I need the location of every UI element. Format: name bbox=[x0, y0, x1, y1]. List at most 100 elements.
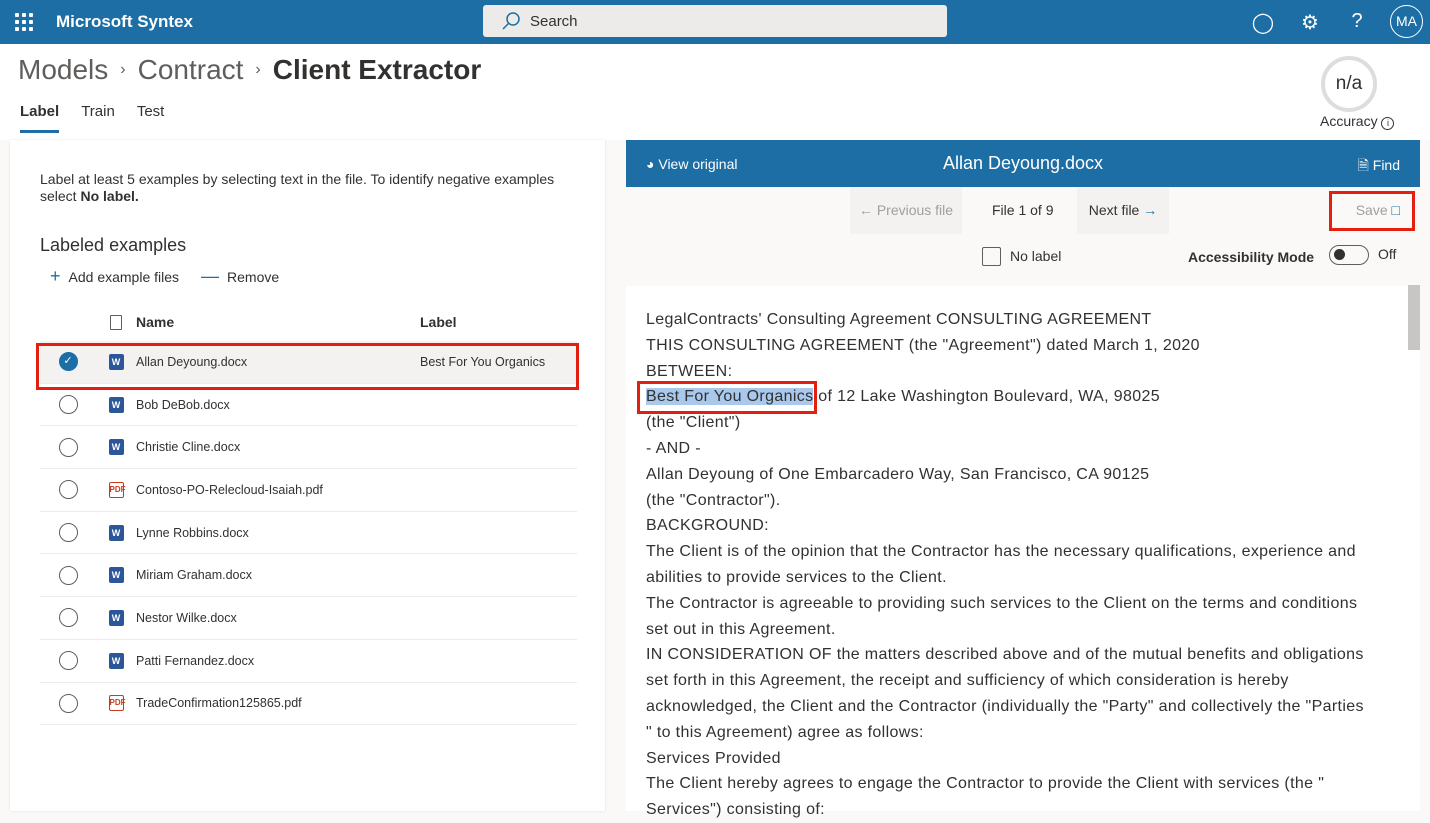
file-name[interactable]: Miriam Graham.docx bbox=[136, 568, 420, 582]
file-count: File 1 of 9 bbox=[992, 202, 1054, 218]
breadcrumb: Models › Contract › Client Extractor bbox=[18, 54, 481, 86]
doc-line-text: of 12 Lake Washington Boulevard, WA, 980… bbox=[813, 388, 1160, 406]
app-name[interactable]: Microsoft Syntex bbox=[56, 12, 193, 32]
pdf-file-icon: PDF bbox=[108, 481, 126, 498]
chevron-right-icon: › bbox=[120, 61, 126, 78]
doc-line: " to this Agreement) agree as follows: bbox=[646, 723, 924, 741]
document-title: Allan Deyoung.docx bbox=[942, 153, 1104, 173]
table-row[interactable]: PDF Contoso-PO-Relecloud-Isaiah.pdf bbox=[40, 469, 577, 512]
command-bar: + Add example files — Remove bbox=[50, 266, 279, 287]
table-row[interactable]: PDF TradeConfirmation125865.pdf bbox=[40, 683, 577, 726]
search-box[interactable]: Search bbox=[483, 5, 947, 37]
table-row[interactable]: W Miriam Graham.docx bbox=[40, 554, 577, 598]
previous-label: Previous file bbox=[876, 202, 954, 218]
arrow-left-icon: ← bbox=[858, 202, 873, 218]
tab-label[interactable]: Label bbox=[20, 103, 60, 133]
document-content[interactable]: LegalContracts' Consulting Agreement CON… bbox=[637, 307, 1391, 823]
pdf-file-icon: PDF bbox=[108, 695, 126, 712]
file-type-icon bbox=[96, 314, 136, 330]
breadcrumb-models[interactable]: Models bbox=[18, 54, 108, 86]
selection-highlight-box bbox=[637, 381, 817, 415]
doc-line: The Client hereby agrees to engage the C… bbox=[646, 775, 1325, 793]
word-file-icon: W bbox=[108, 524, 124, 541]
instructions: Label at least 5 examples by selecting t… bbox=[40, 171, 580, 205]
arrow-right-icon: → bbox=[1143, 202, 1158, 218]
file-name[interactable]: TradeConfirmation125865.pdf bbox=[136, 696, 420, 710]
doc-line: abilities to provide services to the Cli… bbox=[646, 568, 947, 586]
labeled-examples-heading: Labeled examples bbox=[40, 235, 187, 255]
minus-icon: — bbox=[201, 266, 220, 286]
feedback-icon[interactable]: ◯ bbox=[1251, 10, 1275, 35]
viewer-header: ◕ View original Allan Deyoung.docx 🗎 Fin… bbox=[626, 140, 1420, 187]
file-name[interactable]: Christie Cline.docx bbox=[136, 440, 420, 454]
table-row[interactable]: W Christie Cline.docx bbox=[40, 426, 577, 470]
word-file-icon: W bbox=[108, 609, 124, 626]
word-file-icon: W bbox=[108, 652, 124, 669]
doc-line: Best For You Organics of 12 Lake Washing… bbox=[637, 381, 1391, 415]
table-row[interactable]: W Lynne Robbins.docx bbox=[40, 512, 577, 555]
tab-test[interactable]: Test bbox=[137, 103, 165, 133]
row-select-radio[interactable] bbox=[58, 523, 78, 543]
doc-line: The Contractor is agreeable to providing… bbox=[646, 594, 1358, 612]
doc-line: THIS CONSULTING AGREEMENT (the "Agreemen… bbox=[646, 336, 1200, 354]
tab-bar: Label Train Test bbox=[20, 103, 164, 133]
column-label[interactable]: Label bbox=[420, 314, 577, 330]
doc-line: Services Provided bbox=[646, 749, 781, 767]
gear-icon[interactable]: ⚙ bbox=[1298, 10, 1322, 35]
row-select-radio[interactable] bbox=[58, 395, 78, 415]
column-name[interactable]: Name bbox=[136, 314, 420, 330]
next-file-button[interactable]: Next file → bbox=[1077, 187, 1169, 234]
accuracy-label-text: Accuracy bbox=[1320, 113, 1378, 129]
accessibility-toggle[interactable] bbox=[1329, 245, 1369, 265]
add-example-files-button[interactable]: + Add example files bbox=[50, 266, 179, 287]
no-label-checkbox[interactable] bbox=[982, 247, 1001, 266]
info-icon[interactable]: i bbox=[1381, 117, 1395, 130]
accuracy-label: Accuracy i bbox=[1320, 113, 1395, 130]
file-name[interactable]: Lynne Robbins.docx bbox=[136, 526, 420, 540]
row-select-radio[interactable] bbox=[58, 608, 78, 628]
file-name[interactable]: Bob DeBob.docx bbox=[136, 398, 420, 412]
label-options: No label Accessibility Mode Off bbox=[626, 234, 1420, 286]
chevron-right-icon: › bbox=[255, 61, 261, 78]
table-row[interactable]: W Bob DeBob.docx bbox=[40, 384, 577, 427]
file-name[interactable]: Contoso-PO-Relecloud-Isaiah.pdf bbox=[136, 483, 420, 497]
remove-label: Remove bbox=[227, 268, 280, 285]
instruction-bold: No label. bbox=[80, 188, 139, 204]
file-name[interactable]: Patti Fernandez.docx bbox=[136, 654, 420, 668]
toggle-state: Off bbox=[1378, 246, 1397, 262]
help-icon[interactable]: ? bbox=[1345, 10, 1369, 33]
search-placeholder: Search bbox=[530, 13, 578, 30]
table-row[interactable]: W Patti Fernandez.docx bbox=[40, 640, 577, 683]
no-label-text: No label bbox=[1010, 248, 1062, 264]
labeling-panel: Label at least 5 examples by selecting t… bbox=[10, 140, 605, 811]
tab-train[interactable]: Train bbox=[81, 103, 115, 133]
word-file-icon: W bbox=[108, 439, 124, 456]
doc-line: BACKGROUND: bbox=[646, 517, 769, 535]
scrollbar[interactable] bbox=[1408, 285, 1420, 350]
row-select-radio[interactable] bbox=[58, 565, 78, 585]
doc-line: - AND - bbox=[646, 439, 701, 457]
breadcrumb-contract[interactable]: Contract bbox=[138, 54, 244, 86]
row-select-radio[interactable] bbox=[58, 437, 78, 457]
next-label: Next file bbox=[1088, 202, 1140, 218]
table-row[interactable]: W Nestor Wilke.docx bbox=[40, 597, 577, 640]
doc-line: (the "Contractor"). bbox=[646, 491, 781, 509]
doc-line: Allan Deyoung of One Embarcadero Way, Sa… bbox=[646, 465, 1150, 483]
row-select-radio[interactable] bbox=[58, 693, 78, 713]
app-launcher-icon[interactable] bbox=[15, 13, 33, 31]
word-file-icon: W bbox=[108, 567, 124, 584]
previous-file-button[interactable]: ← Previous file bbox=[850, 187, 962, 234]
page-title: Client Extractor bbox=[272, 54, 482, 85]
save-highlight-box bbox=[1329, 191, 1415, 231]
doc-line: acknowledged, the Client and the Contrac… bbox=[646, 697, 1364, 715]
file-name[interactable]: Nestor Wilke.docx bbox=[136, 611, 420, 625]
doc-line: The Client is of the opinion that the Co… bbox=[646, 543, 1356, 561]
remove-button[interactable]: — Remove bbox=[201, 266, 279, 287]
find-button[interactable]: 🗎 Find bbox=[1358, 155, 1400, 179]
row-select-radio[interactable] bbox=[58, 480, 78, 500]
word-file-icon: W bbox=[108, 396, 124, 413]
highlight-box bbox=[36, 343, 579, 390]
doc-line: IN CONSIDERATION OF the matters describe… bbox=[646, 646, 1364, 664]
row-select-radio[interactable] bbox=[58, 651, 78, 671]
avatar[interactable]: MA bbox=[1390, 5, 1423, 38]
